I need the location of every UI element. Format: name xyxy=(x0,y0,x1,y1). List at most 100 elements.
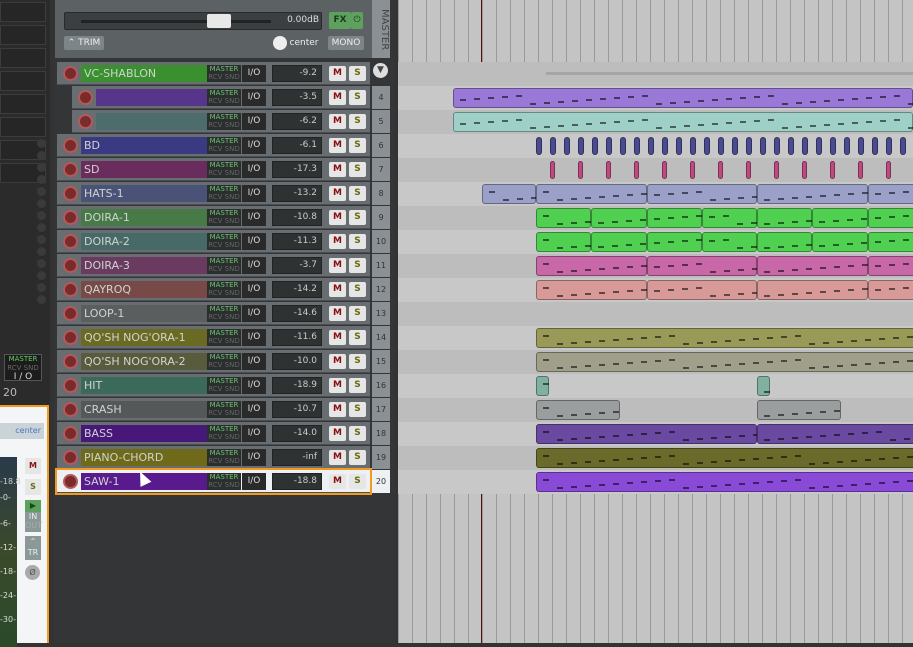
media-item[interactable] xyxy=(718,137,724,155)
volume-meter[interactable]: -6.2 xyxy=(272,113,322,130)
mute-button[interactable]: M xyxy=(329,210,346,225)
track-name[interactable]: CRASH xyxy=(81,401,207,418)
media-item[interactable] xyxy=(536,328,913,348)
media-item[interactable] xyxy=(900,137,906,155)
track-name[interactable]: QAYROQ xyxy=(81,281,207,298)
master-fx-button[interactable]: FX xyxy=(329,12,351,29)
media-item[interactable] xyxy=(816,137,822,155)
solo-button[interactable]: S xyxy=(349,138,366,153)
track-name[interactable]: SD xyxy=(81,161,207,178)
media-item[interactable] xyxy=(868,232,913,252)
solo-button[interactable]: S xyxy=(349,474,366,489)
track-row[interactable]: HIT MASTER RCV SND I/O -18.9 M S xyxy=(57,374,370,397)
media-item[interactable] xyxy=(482,184,537,204)
volume-meter[interactable]: -3.5 xyxy=(272,89,322,106)
media-item[interactable] xyxy=(757,232,812,252)
io-button[interactable]: I/O xyxy=(242,89,266,106)
mixer-list-row[interactable] xyxy=(0,48,46,68)
mute-button[interactable]: M xyxy=(329,426,346,441)
record-arm-button[interactable] xyxy=(63,186,78,201)
media-item[interactable] xyxy=(702,232,757,252)
io-button[interactable]: I/O xyxy=(242,137,266,154)
track-name[interactable]: PIANO-CHORD xyxy=(81,449,207,466)
mute-button[interactable]: M xyxy=(329,330,346,345)
volume-meter[interactable]: -14.6 xyxy=(272,305,322,322)
solo-button[interactable]: S xyxy=(349,114,366,129)
media-item[interactable] xyxy=(620,137,626,155)
track-row[interactable]: CRASH MASTER RCV SND I/O -10.7 M S xyxy=(57,398,370,421)
mixer-list-row[interactable] xyxy=(0,71,46,91)
media-item[interactable] xyxy=(578,161,583,179)
route-button[interactable]: MASTER RCV SND xyxy=(207,89,241,106)
media-item[interactable] xyxy=(536,137,542,155)
solo-button[interactable]: S xyxy=(349,426,366,441)
mute-button[interactable]: M xyxy=(329,258,346,273)
mute-button[interactable]: M xyxy=(329,138,346,153)
media-item[interactable] xyxy=(757,280,868,300)
route-button[interactable]: MASTER RCV SND xyxy=(207,137,241,154)
master-trim-button[interactable]: ⌃ TRIM xyxy=(64,36,104,50)
io-button[interactable]: I/O xyxy=(242,257,266,274)
record-arm-button[interactable] xyxy=(78,114,93,129)
media-item[interactable] xyxy=(536,256,647,276)
media-item[interactable] xyxy=(788,137,794,155)
io-button[interactable]: I/O xyxy=(242,377,266,394)
media-item[interactable] xyxy=(536,184,647,204)
track-row[interactable]: QAYROQ MASTER RCV SND I/O -14.2 M S xyxy=(57,278,370,301)
media-item[interactable] xyxy=(536,448,913,468)
io-button[interactable]: I/O xyxy=(242,281,266,298)
route-button[interactable]: MASTER RCV SND xyxy=(207,185,241,202)
track-name[interactable]: DOIRA-3 xyxy=(81,257,207,274)
track-row[interactable]: MASTER RCV SND I/O -3.5 M S xyxy=(72,86,370,109)
media-item[interactable] xyxy=(550,137,556,155)
phase-invert-icon[interactable]: Ø xyxy=(25,565,40,580)
io-button[interactable]: I/O xyxy=(242,113,266,130)
media-item[interactable] xyxy=(757,256,868,276)
track-row[interactable]: QO'SH NOG'ORA-2 MASTER RCV SND I/O -10.0 … xyxy=(57,350,370,373)
solo-button[interactable]: S xyxy=(349,378,366,393)
media-item[interactable] xyxy=(868,208,913,228)
media-item[interactable] xyxy=(690,161,695,179)
mute-button[interactable]: M xyxy=(329,90,346,105)
track-name[interactable]: DOIRA-2 xyxy=(81,233,207,250)
media-item[interactable] xyxy=(550,161,555,179)
media-item[interactable] xyxy=(647,208,702,228)
solo-button[interactable]: S xyxy=(349,330,366,345)
media-item[interactable] xyxy=(536,208,591,228)
media-item[interactable] xyxy=(453,112,913,132)
media-item[interactable] xyxy=(868,184,913,204)
volume-meter[interactable]: -13.2 xyxy=(272,185,322,202)
solo-button[interactable]: S xyxy=(349,402,366,417)
power-icon[interactable]: ⏻ xyxy=(351,12,363,29)
io-button[interactable]: I/O xyxy=(242,329,266,346)
track-row[interactable]: QO'SH NOG'ORA-1 MASTER RCV SND I/O -11.6 … xyxy=(57,326,370,349)
io-button[interactable]: I/O xyxy=(242,473,266,490)
record-arm-button[interactable] xyxy=(63,450,78,465)
media-item[interactable] xyxy=(757,400,841,420)
master-mono-button[interactable]: MONO xyxy=(328,36,364,50)
volume-meter[interactable]: -inf xyxy=(272,449,322,466)
track-name[interactable]: LOOP-1 xyxy=(81,305,207,322)
io-button[interactable]: I/O xyxy=(242,305,266,322)
mute-button[interactable]: M xyxy=(329,402,346,417)
media-item[interactable] xyxy=(536,376,549,396)
mixer-list-row[interactable] xyxy=(0,25,46,45)
media-item[interactable] xyxy=(812,232,868,252)
record-arm-button[interactable] xyxy=(63,234,78,249)
mute-button[interactable]: M xyxy=(329,114,346,129)
solo-button[interactable]: S xyxy=(349,450,366,465)
io-button[interactable]: I/O xyxy=(242,209,266,226)
record-arm-button[interactable] xyxy=(63,426,78,441)
media-item[interactable] xyxy=(746,137,752,155)
record-arm-button[interactable] xyxy=(63,138,78,153)
mute-button[interactable]: M xyxy=(329,450,346,465)
media-item[interactable] xyxy=(757,424,913,444)
media-item[interactable] xyxy=(564,137,570,155)
media-item[interactable] xyxy=(536,232,591,252)
track-row[interactable]: VC-SHABLON MASTER RCV SND I/O -9.2 M S xyxy=(57,62,370,85)
track-name[interactable] xyxy=(96,113,207,130)
media-item[interactable] xyxy=(830,161,835,179)
arrange-view[interactable] xyxy=(398,0,913,643)
io-button[interactable]: I/O xyxy=(242,401,266,418)
io-button[interactable]: I/O xyxy=(242,161,266,178)
